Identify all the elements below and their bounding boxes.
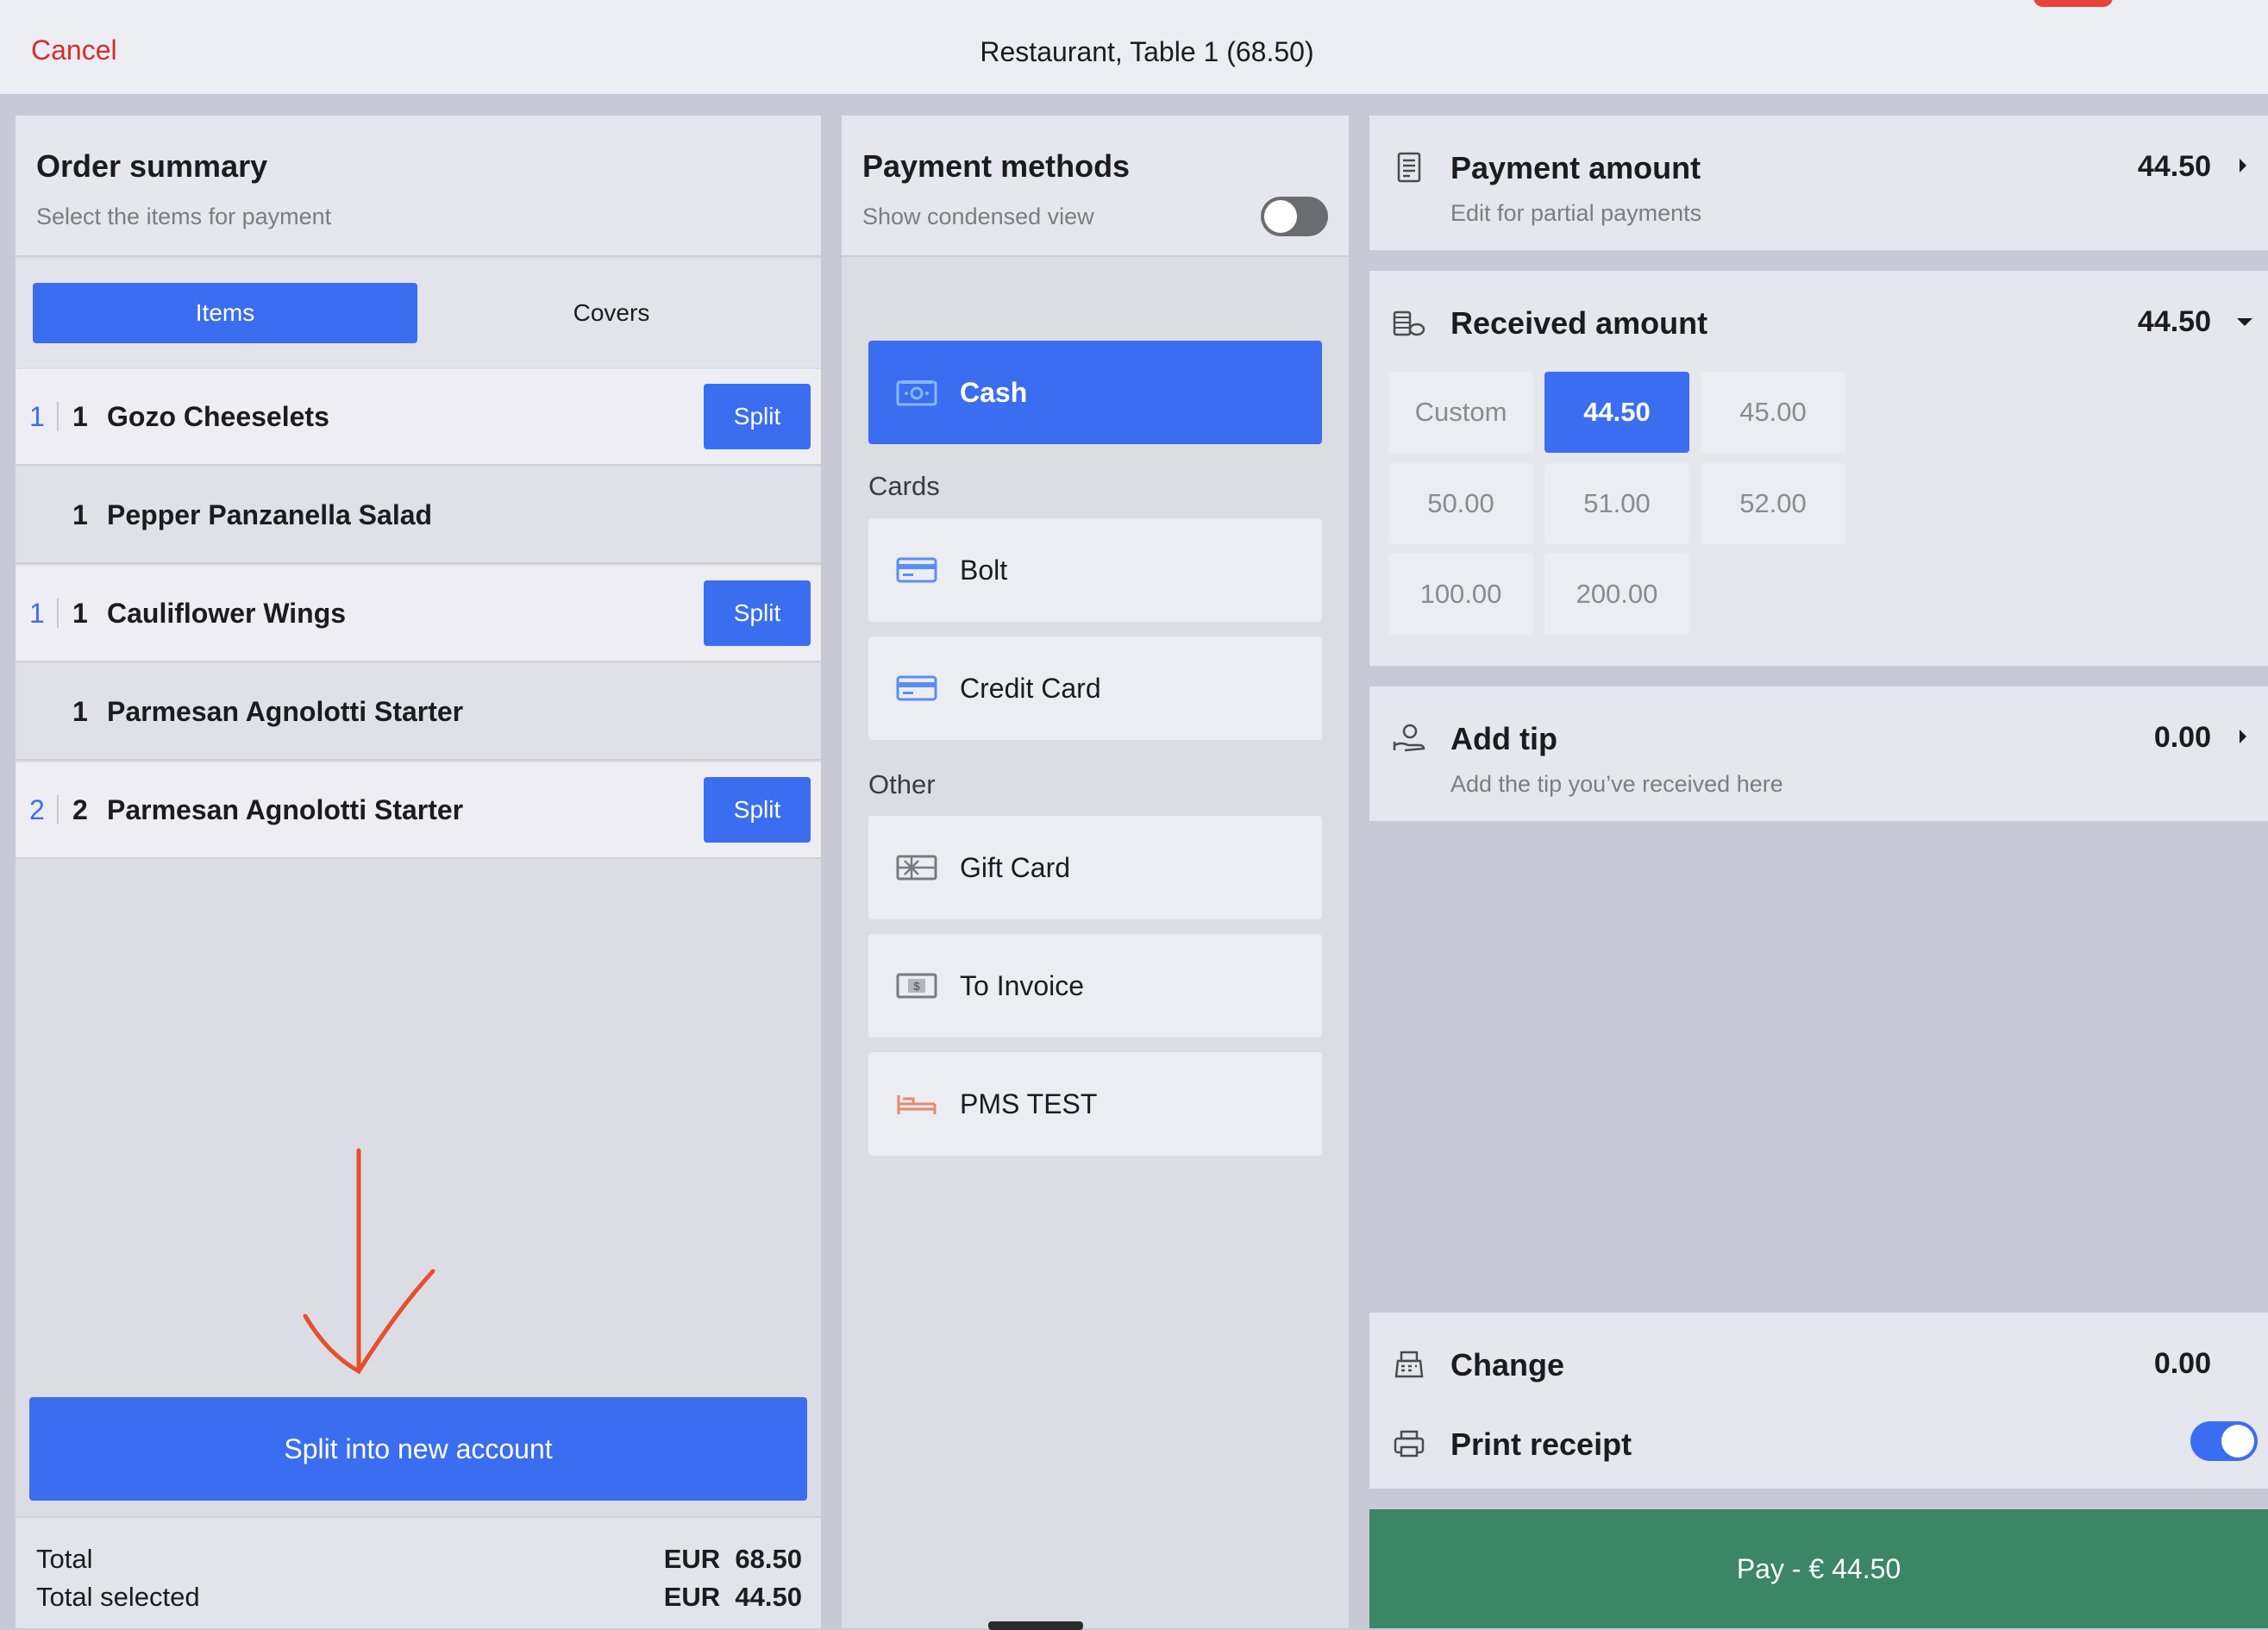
payment-amount-subtitle: Edit for partial payments (1450, 200, 1702, 226)
other-section-label: Other (868, 769, 936, 799)
item-name: Parmesan Agnolotti Starter (107, 793, 464, 825)
tab-items[interactable]: Items (33, 283, 417, 343)
order-summary-header (16, 116, 821, 257)
item-quantity: 2 (72, 793, 88, 825)
chevron-down-icon[interactable] (2235, 316, 2254, 332)
receipt-icon (1392, 150, 1426, 185)
page-title: Restaurant, Table 1 (68.50) (980, 36, 1314, 67)
item-quantity: 1 (72, 597, 88, 629)
amount-option-51-00[interactable]: 51.00 (1544, 463, 1689, 544)
split-button[interactable]: Split (704, 580, 811, 646)
selected-quantity: 2 (16, 795, 59, 824)
item-name: Cauliflower Wings (107, 597, 347, 629)
home-indicator (988, 1621, 1083, 1630)
gift-card-icon (894, 853, 939, 882)
payment-method-pms-test[interactable]: PMS TEST (868, 1052, 1322, 1156)
notification-badge (2033, 0, 2113, 7)
toggle-knob (1264, 200, 1297, 233)
payment-method-to-invoice[interactable]: $ To Invoice (868, 934, 1322, 1038)
payment-method-label: Gift Card (960, 851, 1071, 883)
payment-method-label: Bolt (960, 554, 1008, 586)
toggle-knob (2221, 1425, 2254, 1458)
add-tip-title: Add tip (1450, 721, 1557, 756)
condensed-view-label: Show condensed view (862, 204, 1094, 229)
card-icon (894, 555, 939, 585)
pay-button[interactable]: Pay - € 44.50 (1369, 1509, 2268, 1628)
bed-icon (894, 1089, 939, 1119)
amount-option-200-00[interactable]: 200.00 (1544, 554, 1689, 635)
amount-option-50-00[interactable]: 50.00 (1388, 463, 1533, 544)
invoice-icon: $ (894, 971, 939, 1000)
cash-register-icon (1392, 1347, 1426, 1382)
amount-option-45-00[interactable]: 45.00 (1701, 372, 1845, 453)
order-item-row[interactable]: 2 2 Parmesan Agnolotti Starter Split (16, 762, 821, 859)
total-label: Total (36, 1544, 93, 1574)
printer-icon (1392, 1426, 1426, 1461)
payment-amount-value: 44.50 (2137, 150, 2211, 183)
order-summary-title: Order summary (36, 148, 268, 184)
tip-value: 0.00 (2153, 721, 2211, 754)
payment-methods-header (842, 116, 1349, 257)
amount-option-custom[interactable]: Custom (1388, 372, 1533, 453)
print-receipt-title: Print receipt (1450, 1426, 1632, 1462)
tip-hand-icon (1392, 721, 1426, 755)
item-name: Gozo Cheeselets (107, 400, 329, 432)
order-item-row[interactable]: 1 1 Gozo Cheeselets Split (16, 369, 821, 466)
order-item-row[interactable]: 1 1 Cauliflower Wings Split (16, 566, 821, 662)
card-icon (894, 674, 939, 703)
condensed-view-toggle[interactable] (1261, 197, 1328, 236)
change-title: Change (1450, 1347, 1565, 1382)
tab-covers[interactable]: Covers (419, 283, 804, 343)
split-button[interactable]: Split (704, 777, 811, 843)
cards-section-label: Cards (868, 471, 940, 501)
order-item-row[interactable]: 1 Parmesan Agnolotti Starter (16, 664, 821, 761)
change-value: 0.00 (2153, 1347, 2211, 1380)
selected-quantity: 1 (16, 599, 59, 628)
payment-method-cash[interactable]: Cash (868, 341, 1322, 444)
payment-method-bolt[interactable]: Bolt (868, 518, 1322, 622)
coins-icon (1392, 305, 1426, 340)
chevron-right-icon (2237, 155, 2249, 180)
payment-amount-title: Payment amount (1450, 150, 1701, 185)
payment-method-label: To Invoice (960, 969, 1085, 1001)
total-selected-label: Total selected (36, 1582, 200, 1612)
amount-option-100-00[interactable]: 100.00 (1388, 554, 1533, 635)
add-tip-subtitle: Add the tip you’ve received here (1450, 771, 1783, 797)
item-name: Parmesan Agnolotti Starter (107, 695, 464, 727)
received-amount-title: Received amount (1450, 305, 1708, 341)
amount-option-44-50[interactable]: 44.50 (1544, 372, 1689, 453)
item-quantity: 1 (72, 695, 88, 727)
payment-method-label: Credit Card (960, 672, 1101, 704)
payment-method-gift-card[interactable]: Gift Card (868, 816, 1322, 919)
svg-text:$: $ (913, 980, 920, 993)
total-value: EUR 68.50 (663, 1544, 802, 1574)
item-name: Pepper Panzanella Salad (107, 498, 433, 530)
received-amount-value: 44.50 (2137, 305, 2211, 338)
split-into-new-account-button[interactable]: Split into new account (29, 1397, 807, 1501)
order-summary-subtitle: Select the items for payment (36, 204, 332, 229)
payment-method-label: PMS TEST (960, 1088, 1098, 1119)
order-item-row[interactable]: 1 Pepper Panzanella Salad (16, 467, 821, 564)
payment-method-label: Cash (960, 376, 1028, 408)
cash-icon (894, 378, 939, 407)
print-receipt-toggle[interactable] (2190, 1421, 2258, 1461)
selected-quantity: 1 (16, 402, 59, 431)
item-quantity: 1 (72, 498, 88, 530)
item-quantity: 1 (72, 400, 88, 432)
chevron-right-icon (2237, 726, 2249, 751)
amount-option-52-00[interactable]: 52.00 (1701, 463, 1845, 544)
payment-methods-title: Payment methods (862, 148, 1131, 184)
annotation-arrow-icon (303, 1148, 435, 1375)
split-button[interactable]: Split (704, 384, 811, 449)
payment-method-credit-card[interactable]: Credit Card (868, 636, 1322, 740)
total-selected-value: EUR 44.50 (663, 1582, 802, 1612)
